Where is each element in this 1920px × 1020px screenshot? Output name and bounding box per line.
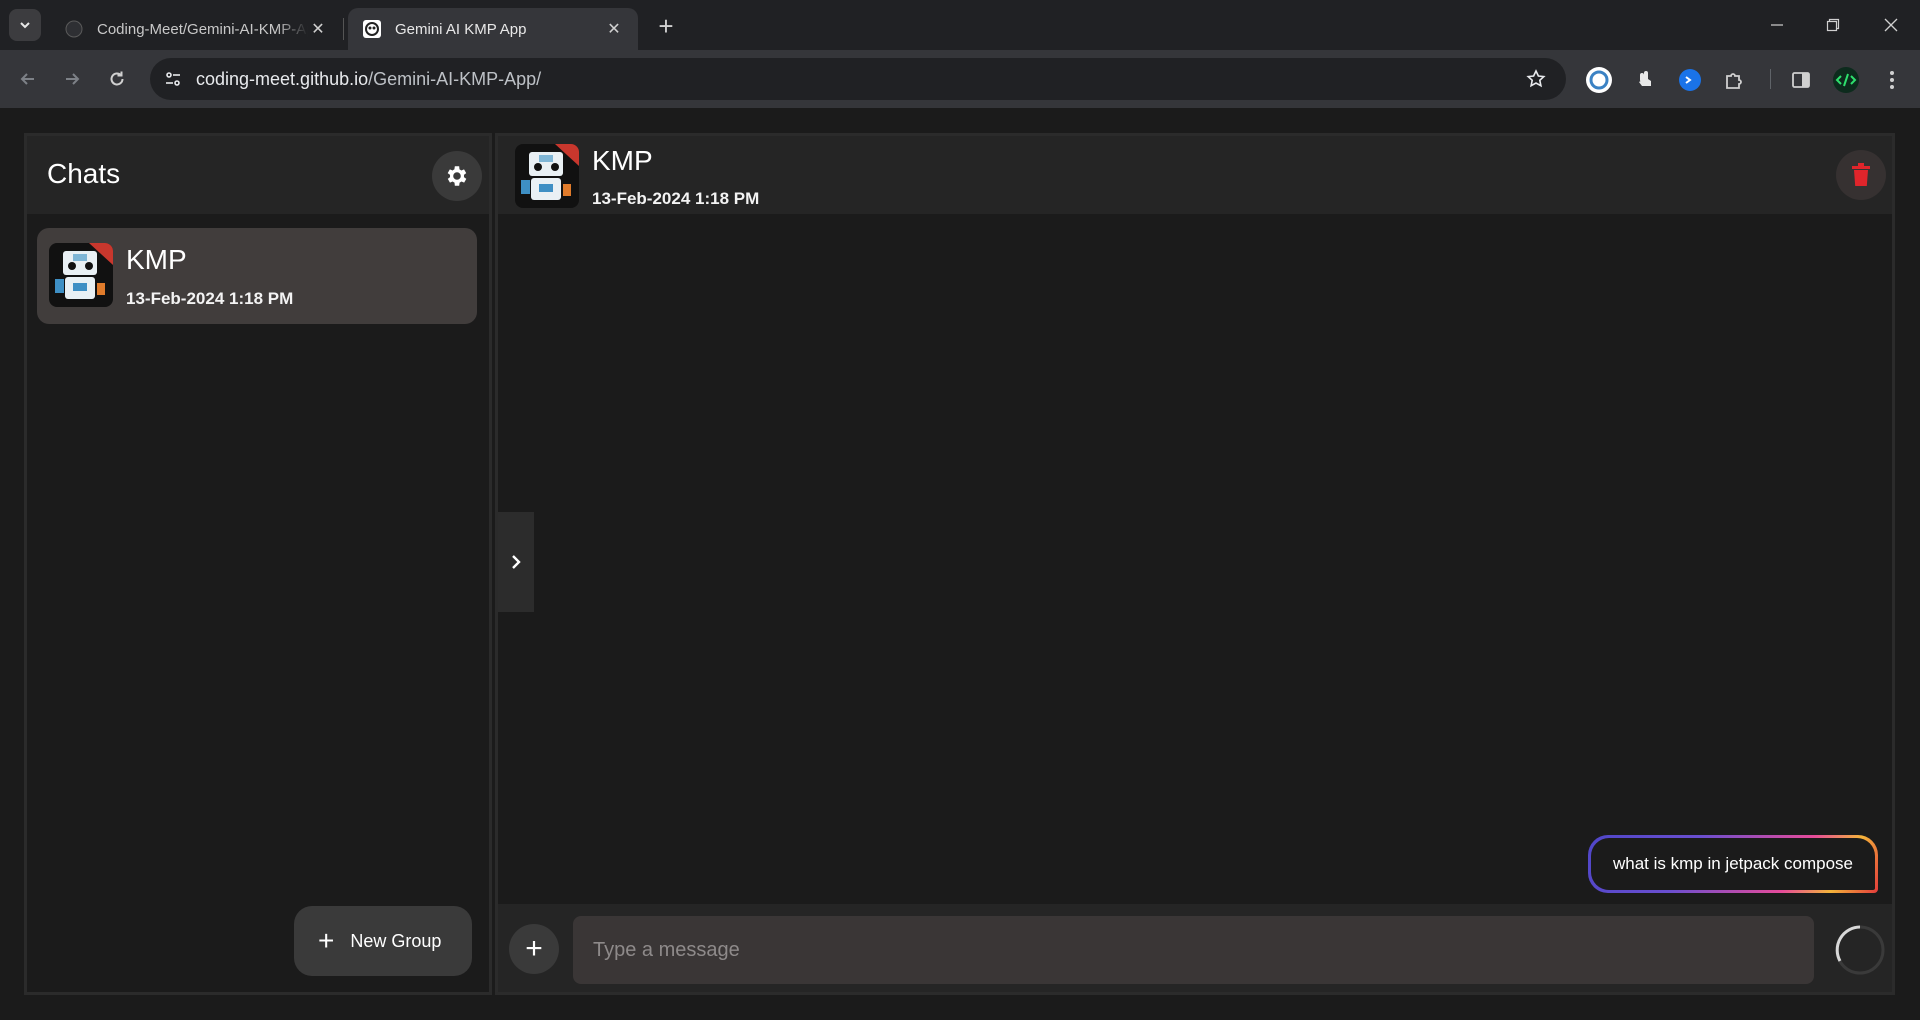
loading-spinner-icon xyxy=(1835,925,1885,975)
extension-circle-icon xyxy=(1586,67,1612,93)
add-attachment-button[interactable]: + xyxy=(509,924,559,974)
gear-icon xyxy=(447,166,467,186)
chat-sidebar: Chats KMP 13-Feb-2024 1:18 PM + New Grou… xyxy=(24,133,492,995)
back-button[interactable] xyxy=(12,63,44,95)
app-favicon-icon xyxy=(362,19,382,39)
address-bar[interactable]: coding-meet.github.io/Gemini-AI-KMP-App/ xyxy=(150,58,1566,100)
message-input-bar: + xyxy=(498,904,1892,992)
bookmark-star-icon[interactable] xyxy=(1520,63,1552,95)
arrow-left-icon xyxy=(20,73,34,85)
robot-avatar-icon xyxy=(49,243,113,307)
url-host: coding-meet.github.io xyxy=(196,68,369,89)
new-tab-button[interactable]: + xyxy=(652,12,680,40)
restore-icon xyxy=(1826,18,1840,32)
close-icon[interactable]: ✕ xyxy=(604,19,624,39)
restore-button[interactable] xyxy=(1810,0,1856,50)
side-panel-icon xyxy=(1792,72,1810,88)
profile-button[interactable] xyxy=(1831,65,1861,95)
chat-list-item[interactable]: KMP 13-Feb-2024 1:18 PM xyxy=(37,228,477,324)
chat-timestamp: 13-Feb-2024 1:18 PM xyxy=(126,289,294,308)
code-avatar-icon xyxy=(1833,67,1859,93)
github-icon xyxy=(64,19,84,39)
extensions-menu-button[interactable] xyxy=(1719,65,1749,95)
toolbar-divider xyxy=(1770,69,1771,89)
extension-button[interactable] xyxy=(1630,65,1660,95)
tab-search-button[interactable] xyxy=(9,9,41,41)
close-window-button[interactable] xyxy=(1868,0,1914,50)
message-input[interactable] xyxy=(573,916,1814,984)
close-icon[interactable]: ✕ xyxy=(308,19,328,39)
side-panel-button[interactable] xyxy=(1786,65,1816,95)
site-settings-icon[interactable] xyxy=(160,66,186,92)
extension-button[interactable] xyxy=(1584,65,1614,95)
user-message-bubble: what is kmp in jetpack compose xyxy=(1588,835,1878,893)
robot-avatar-icon xyxy=(515,144,579,208)
settings-button[interactable] xyxy=(432,151,482,201)
expand-sidebar-button[interactable] xyxy=(498,512,534,612)
minimize-icon xyxy=(1771,24,1783,26)
url-path: /Gemini-AI-KMP-App/ xyxy=(368,68,542,89)
delete-chat-button[interactable] xyxy=(1836,150,1886,200)
chat-header: KMP 13-Feb-2024 1:18 PM xyxy=(498,136,1892,214)
forward-button[interactable] xyxy=(56,63,88,95)
minimize-button[interactable] xyxy=(1754,0,1800,50)
tab-gemini-app[interactable]: Gemini AI KMP App ✕ xyxy=(348,8,638,50)
extension-blue-icon xyxy=(1679,69,1701,91)
browser-toolbar: coding-meet.github.io/Gemini-AI-KMP-App/ xyxy=(0,50,1920,108)
chat-title: KMP xyxy=(592,145,653,176)
tab-title: Gemini AI KMP App xyxy=(395,20,527,38)
sidebar-header: Chats xyxy=(27,136,489,214)
hand-icon xyxy=(1639,71,1651,86)
puzzle-icon xyxy=(1726,73,1742,89)
extension-button[interactable] xyxy=(1675,65,1705,95)
chat-header-timestamp: 13-Feb-2024 1:18 PM xyxy=(592,189,760,208)
message-text: what is kmp in jetpack compose xyxy=(1591,838,1875,890)
reload-icon xyxy=(110,71,124,86)
reload-button[interactable] xyxy=(101,63,133,95)
app-root: Chats KMP 13-Feb-2024 1:18 PM + New Grou… xyxy=(0,108,1920,1020)
url-text: coding-meet.github.io/Gemini-AI-KMP-App/ xyxy=(196,69,1520,90)
browser-tab-strip: Coding-Meet/Gemini-AI-KMP-App ✕ Gemini A… xyxy=(0,0,1920,50)
chat-name: KMP xyxy=(126,244,187,275)
chat-panel: KMP 13-Feb-2024 1:18 PM what is kmp in j… xyxy=(495,133,1895,995)
close-icon xyxy=(1884,18,1898,32)
tab-github[interactable]: Coding-Meet/Gemini-AI-KMP-App ✕ xyxy=(50,8,342,50)
chevron-right-icon xyxy=(512,555,521,569)
arrow-right-icon xyxy=(66,73,80,85)
tab-divider xyxy=(343,18,344,40)
plus-icon: + xyxy=(318,925,335,956)
new-group-label: New Group xyxy=(350,930,442,951)
more-vert-icon xyxy=(1890,71,1894,89)
tab-title: Coding-Meet/Gemini-AI-KMP-App xyxy=(97,20,308,38)
trash-icon xyxy=(1852,163,1870,186)
browser-menu-button[interactable] xyxy=(1877,65,1907,95)
chevron-down-icon xyxy=(20,22,30,29)
new-group-button[interactable]: + New Group xyxy=(294,906,472,976)
sidebar-title: Chats xyxy=(47,158,121,189)
